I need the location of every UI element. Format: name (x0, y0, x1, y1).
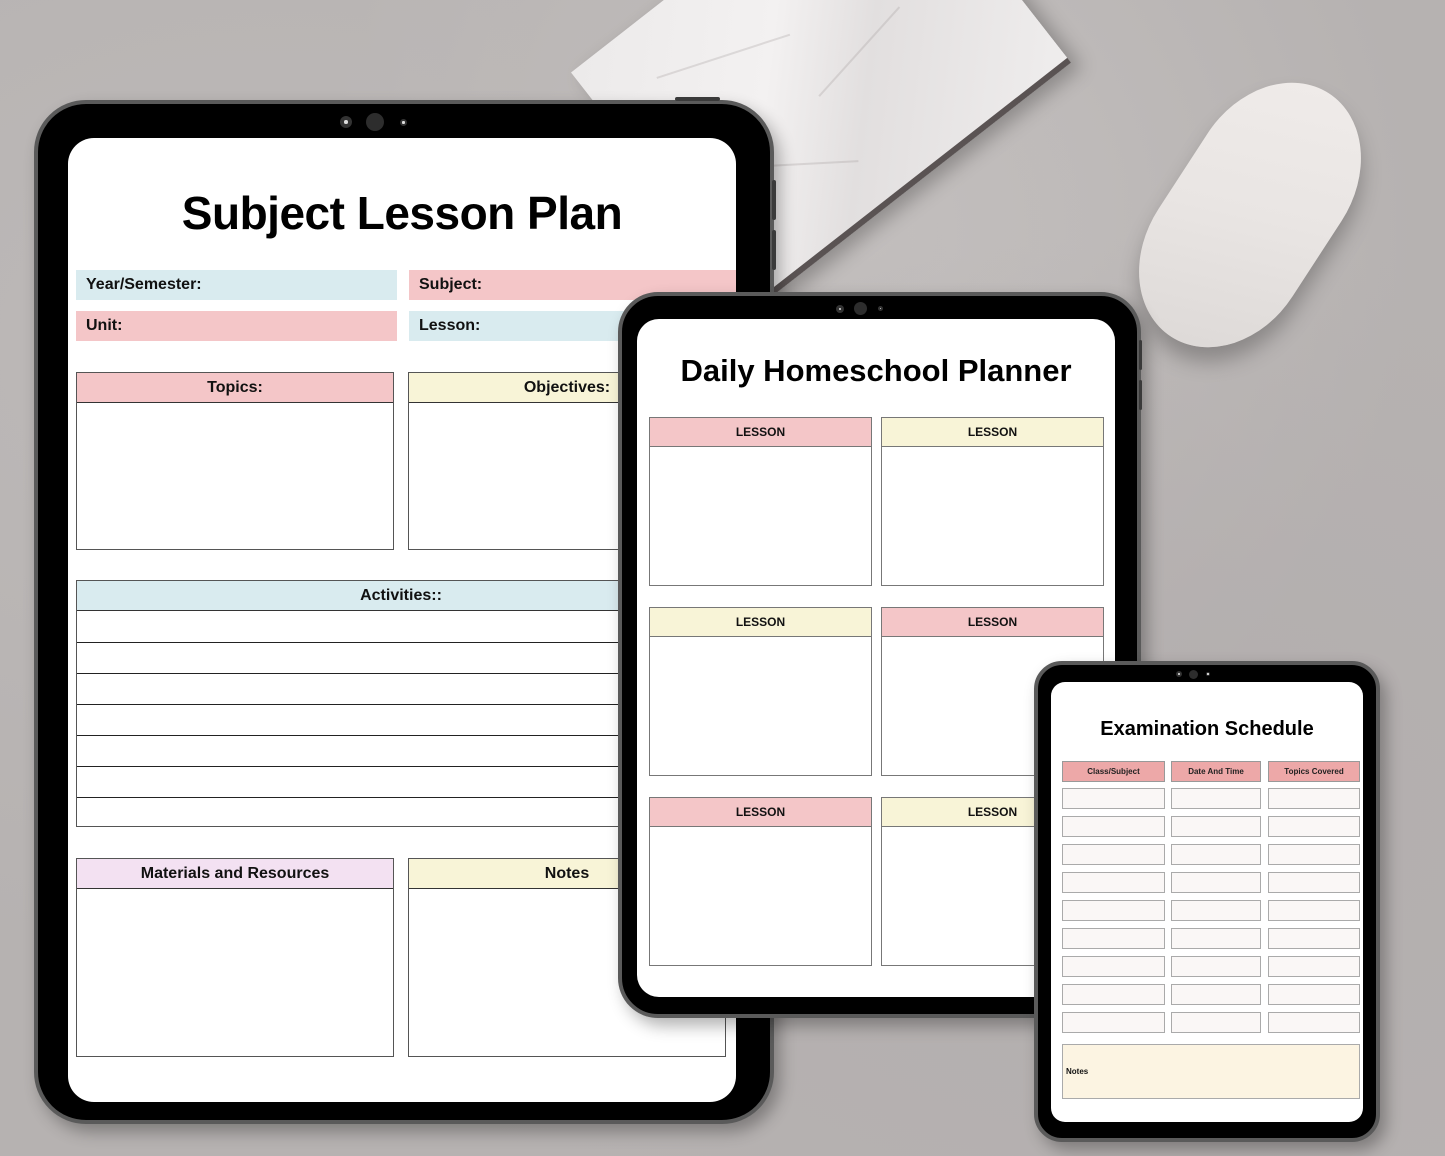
volume-button (772, 230, 776, 270)
exam-cell[interactable] (1062, 984, 1165, 1005)
lesson-box[interactable]: LESSON (649, 417, 872, 586)
column-header-date: Date And Time (1171, 761, 1261, 782)
exam-cell[interactable] (1171, 788, 1261, 809)
exam-cell[interactable] (1171, 816, 1261, 837)
exam-cell[interactable] (1171, 928, 1261, 949)
exam-cell[interactable] (1268, 816, 1360, 837)
lesson-header: LESSON (650, 608, 871, 637)
exam-schedule-screen: Examination Schedule Class/Subject Date … (1051, 682, 1363, 1122)
exam-cell[interactable] (1171, 956, 1261, 977)
camera-icon (836, 305, 844, 313)
exam-cell[interactable] (1268, 788, 1360, 809)
lesson-header: LESSON (650, 418, 871, 447)
exam-cell[interactable] (1062, 872, 1165, 893)
power-button (675, 97, 720, 101)
exam-notes-label: Notes (1066, 1067, 1089, 1076)
materials-box[interactable]: Materials and Resources (76, 858, 394, 1057)
volume-button (772, 180, 776, 220)
exam-cell[interactable] (1062, 844, 1165, 865)
year-semester-field[interactable]: Year/Semester: (76, 270, 397, 300)
column-header-topics: Topics Covered (1268, 761, 1360, 782)
lesson-box[interactable]: LESSON (881, 417, 1104, 586)
camera-lens-icon (1189, 670, 1198, 679)
exam-cell[interactable] (1062, 816, 1165, 837)
sensor-icon (400, 119, 407, 126)
exam-notes-box[interactable]: Notes (1062, 1044, 1360, 1099)
exam-cell[interactable] (1062, 1012, 1165, 1033)
lesson-header: LESSON (650, 798, 871, 827)
tablet-exam-schedule: Examination Schedule Class/Subject Date … (1034, 661, 1380, 1142)
exam-cell[interactable] (1171, 1012, 1261, 1033)
exam-cell[interactable] (1268, 844, 1360, 865)
sensor-icon (878, 306, 883, 311)
volume-button (1139, 340, 1142, 370)
camera-icon (340, 116, 352, 128)
exam-cell[interactable] (1171, 844, 1261, 865)
page-title: Examination Schedule (1100, 718, 1314, 740)
materials-header: Materials and Resources (77, 859, 393, 889)
exam-cell[interactable] (1171, 872, 1261, 893)
exam-cell[interactable] (1268, 900, 1360, 921)
exam-cell[interactable] (1171, 984, 1261, 1005)
exam-cell[interactable] (1268, 956, 1360, 977)
topics-box[interactable]: Topics: (76, 372, 394, 550)
lesson-header: LESSON (882, 418, 1103, 447)
lesson-box[interactable]: LESSON (649, 607, 872, 776)
camera-icon (1176, 671, 1182, 677)
exam-cell[interactable] (1268, 1012, 1360, 1033)
exam-cell[interactable] (1062, 928, 1165, 949)
exam-cell[interactable] (1062, 900, 1165, 921)
exam-cell[interactable] (1171, 900, 1261, 921)
column-header-class: Class/Subject (1062, 761, 1165, 782)
lesson-box[interactable]: LESSON (649, 797, 872, 966)
exam-cell[interactable] (1268, 872, 1360, 893)
unit-field[interactable]: Unit: (76, 311, 397, 341)
camera-lens-icon (366, 113, 384, 131)
lesson-header: LESSON (882, 608, 1103, 637)
topics-header: Topics: (77, 373, 393, 403)
page-title: Subject Lesson Plan (181, 187, 623, 239)
sensor-icon (1206, 672, 1210, 676)
exam-cell[interactable] (1268, 928, 1360, 949)
exam-cell[interactable] (1268, 984, 1360, 1005)
volume-button (1139, 380, 1142, 410)
exam-cell[interactable] (1062, 956, 1165, 977)
exam-cell[interactable] (1062, 788, 1165, 809)
page-title: Daily Homeschool Planner (680, 353, 1072, 388)
camera-lens-icon (854, 302, 867, 315)
computer-mouse (1103, 49, 1397, 381)
